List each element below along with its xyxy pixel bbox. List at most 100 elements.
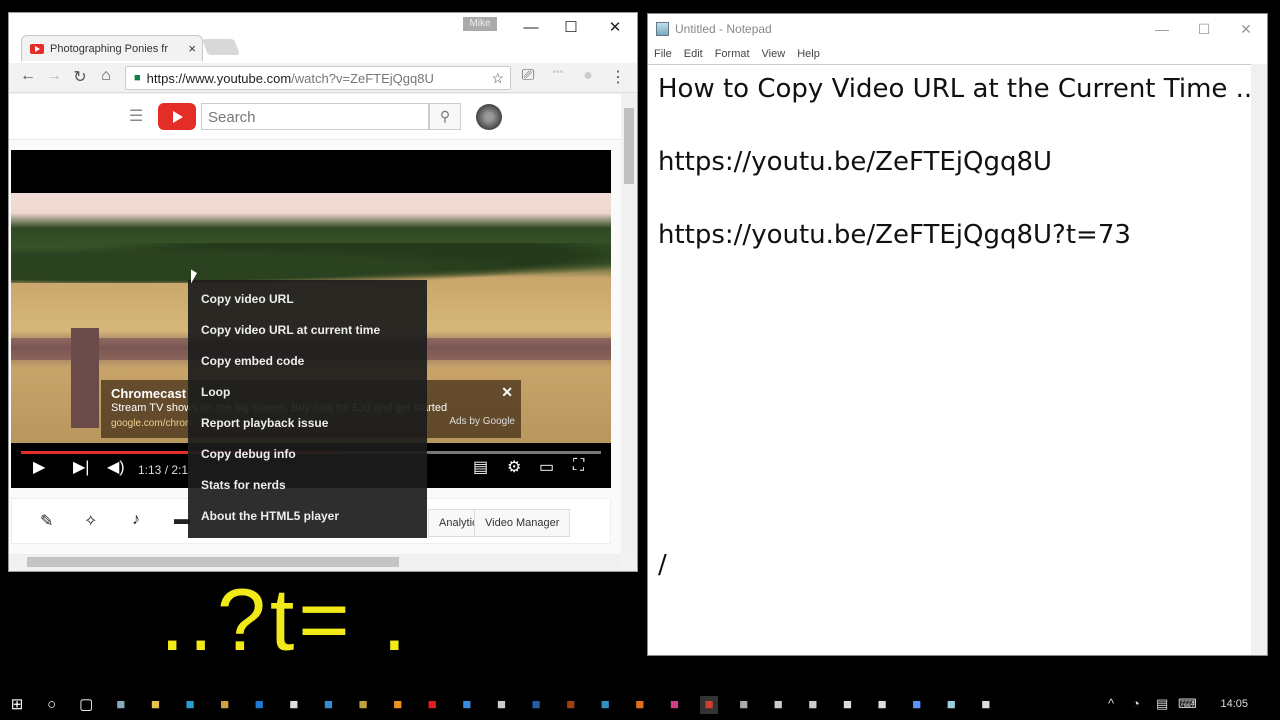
new-tab-button[interactable] xyxy=(202,39,240,55)
taskbar-media-player-icon[interactable]: ■ xyxy=(216,696,234,714)
taskbar-notepad-icon[interactable]: ■ xyxy=(942,696,960,714)
menu-item-about-html5[interactable]: About the HTML5 player xyxy=(188,501,427,532)
menu-item-copy-embed-code[interactable]: Copy embed code xyxy=(188,346,427,377)
profile-name[interactable]: Mike xyxy=(463,17,497,31)
volume-icon[interactable]: ◀) xyxy=(107,457,125,477)
taskbar-paintshop-icon[interactable]: ■ xyxy=(492,696,510,714)
taskbar-video-editor-icon[interactable]: ■ xyxy=(596,696,614,714)
taskbar-remote-desktop-icon[interactable]: ■ xyxy=(319,696,337,714)
taskbar-chrome-icon[interactable]: ■ xyxy=(700,696,718,714)
menu-item-report-playback[interactable]: Report playback issue xyxy=(188,408,427,439)
video-trees xyxy=(11,243,611,283)
youtube-logo[interactable] xyxy=(158,103,196,130)
taskbar-audio-tool-icon[interactable]: ■ xyxy=(735,696,753,714)
menu-item-stats-for-nerds[interactable]: Stats for nerds xyxy=(188,470,427,501)
chrome-menu-icon[interactable]: ⋮ xyxy=(607,67,629,87)
taskbar-start-icon[interactable]: ⊞ xyxy=(8,696,26,714)
reload-icon[interactable]: ↻ xyxy=(69,67,91,87)
menu-item-copy-video-url[interactable]: Copy video URL xyxy=(188,284,427,315)
guide-menu-icon[interactable]: ☰ xyxy=(129,106,143,126)
menu-item-loop[interactable]: Loop xyxy=(188,377,427,408)
next-icon[interactable]: ▶| xyxy=(73,457,89,477)
taskbar-firefox-icon[interactable]: ■ xyxy=(631,696,649,714)
subtitles-icon[interactable]: ▤ xyxy=(473,457,488,477)
taskbar-globe-icon[interactable]: ■ xyxy=(804,696,822,714)
taskbar-opera-icon[interactable]: ■ xyxy=(423,696,441,714)
taskbar-obs-icon[interactable]: ■ xyxy=(769,696,787,714)
wifi-icon[interactable]: ◔ xyxy=(1132,696,1140,711)
minimize-button[interactable]: — xyxy=(511,15,551,41)
theater-mode-icon[interactable]: ▭ xyxy=(539,457,554,477)
address-bar[interactable]: ■ https://www.youtube.com /watch?v=ZeFTE… xyxy=(125,66,511,90)
show-hidden-icons[interactable]: ^ xyxy=(1108,696,1114,711)
menu-file[interactable]: File xyxy=(654,48,672,60)
taskbar-google-icon[interactable]: ■ xyxy=(285,696,303,714)
notepad-close-button[interactable]: ✕ xyxy=(1226,14,1266,44)
forward-icon[interactable]: → xyxy=(43,67,65,85)
taskbar-calculator-icon[interactable]: ■ xyxy=(873,696,891,714)
taskbar-resource-monitor-icon[interactable]: ■ xyxy=(112,696,130,714)
notepad-icon xyxy=(656,22,669,36)
settings-gear-icon[interactable]: ⚙ xyxy=(507,457,521,477)
vertical-scroll-thumb[interactable] xyxy=(624,108,634,184)
notepad-scrollbar[interactable] xyxy=(1251,64,1267,655)
ad-close-icon[interactable]: ✕ xyxy=(501,384,513,401)
taskbar-bridge-icon[interactable]: ■ xyxy=(562,696,580,714)
tab-close-icon[interactable]: × xyxy=(188,41,196,56)
taskbar-camera-icon[interactable]: ■ xyxy=(838,696,856,714)
extension-icon[interactable]: ••• xyxy=(547,67,569,78)
taskbar-task-view-icon[interactable]: ▢ xyxy=(77,696,95,714)
close-button[interactable]: ✕ xyxy=(595,15,635,41)
taskbar-file-explorer-icon[interactable]: ■ xyxy=(146,696,164,714)
maximize-button[interactable]: ☐ xyxy=(551,15,591,41)
notepad-maximize-button[interactable]: ☐ xyxy=(1184,14,1224,44)
video-fence-post xyxy=(71,328,99,428)
ad-title: Chromecast xyxy=(111,386,187,401)
menu-edit[interactable]: Edit xyxy=(684,48,703,60)
magic-wand-icon[interactable]: ✧ xyxy=(84,511,97,531)
search-button[interactable]: ⚲ xyxy=(429,103,461,130)
clock[interactable]: 14:05 xyxy=(1220,698,1248,710)
tab-title: Photographing Ponies fr xyxy=(50,42,169,55)
taskbar-picasa-icon[interactable]: ■ xyxy=(665,696,683,714)
url-path: /watch?v=ZeFTEjQgq8U xyxy=(291,70,434,86)
action-center-icon[interactable]: ▤ xyxy=(1156,696,1168,712)
player-context-menu: Copy video URL Copy video URL at current… xyxy=(188,280,427,538)
taskbar-photoshop-icon[interactable]: ■ xyxy=(527,696,545,714)
menu-view[interactable]: View xyxy=(762,48,786,60)
taskbar-rocket-icon[interactable]: ■ xyxy=(908,696,926,714)
tab-photographing-ponies[interactable]: Photographing Ponies fr × xyxy=(21,35,203,61)
vertical-scrollbar[interactable] xyxy=(621,94,637,554)
notepad-text-area[interactable]: How to Copy Video URL at the Current Tim… xyxy=(648,64,1260,655)
menu-help[interactable]: Help xyxy=(797,48,820,60)
avatar[interactable] xyxy=(476,104,502,130)
extension2-icon[interactable]: ● xyxy=(577,67,599,85)
taskbar-skype-icon[interactable]: ■ xyxy=(458,696,476,714)
music-note-icon[interactable]: ♪ xyxy=(132,511,140,529)
horizontal-scroll-thumb[interactable] xyxy=(27,557,399,567)
menu-item-copy-debug-info[interactable]: Copy debug info xyxy=(188,439,427,470)
taskbar-paint-tool-icon[interactable]: ■ xyxy=(354,696,372,714)
youtube-header: ☰ Search ⚲ xyxy=(9,94,621,140)
pencil-icon[interactable]: ✎ xyxy=(40,511,53,531)
video-manager-button[interactable]: Video Manager xyxy=(474,509,571,537)
notepad-minimize-button[interactable]: — xyxy=(1142,14,1182,44)
menu-format[interactable]: Format xyxy=(715,48,750,60)
search-input[interactable]: Search xyxy=(201,103,429,130)
play-icon[interactable]: ▶ xyxy=(33,457,45,477)
horizontal-scrollbar[interactable] xyxy=(9,554,621,570)
fullscreen-icon[interactable]: ⛶ xyxy=(573,457,584,475)
taskbar-alarm-icon[interactable]: ■ xyxy=(977,696,995,714)
back-icon[interactable]: ← xyxy=(17,67,39,85)
bookmark-star-icon[interactable]: ☆ xyxy=(491,70,504,87)
keyboard-icon[interactable]: ⌨ xyxy=(1178,696,1197,712)
cast-icon[interactable]: ⎚ xyxy=(517,67,539,85)
taskbar-edge-icon[interactable]: ■ xyxy=(250,696,268,714)
menu-item-copy-url-at-time[interactable]: Copy video URL at current time xyxy=(188,315,427,346)
taskbar-music-icon[interactable]: ■ xyxy=(181,696,199,714)
taskbar-cortana-icon[interactable]: ○ xyxy=(43,696,61,714)
taskbar-vlc-icon[interactable]: ■ xyxy=(389,696,407,714)
ad-url[interactable]: google.com/chrom xyxy=(111,418,193,429)
youtube-favicon-icon xyxy=(30,43,44,54)
home-icon[interactable]: ⌂ xyxy=(95,67,117,85)
